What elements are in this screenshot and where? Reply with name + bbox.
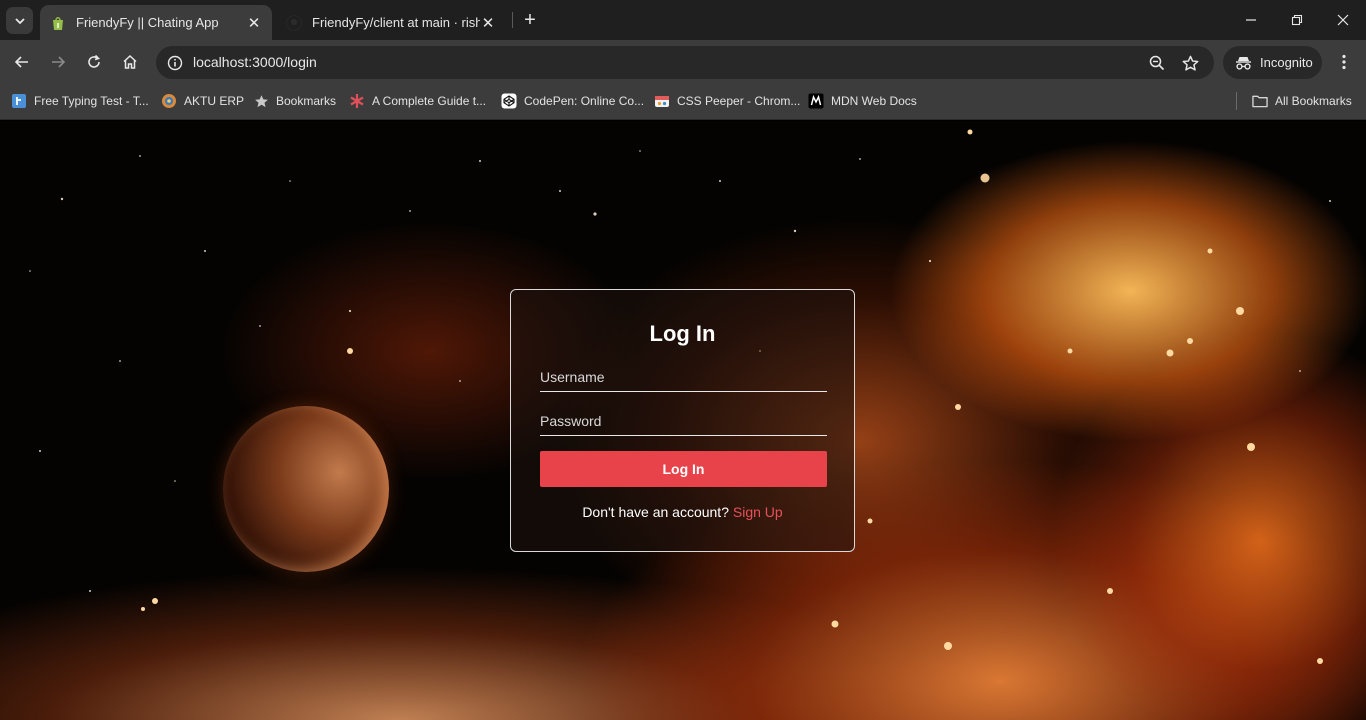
signup-row: Don't have an account? Sign Up	[511, 504, 854, 520]
username-input[interactable]	[540, 362, 827, 392]
browser-toolbar: localhost:3000/login Incognito	[0, 40, 1366, 84]
planet-illustration	[223, 406, 389, 572]
forward-button[interactable]	[44, 48, 72, 76]
tab-separator	[512, 12, 513, 28]
new-tab-button[interactable]: +	[518, 8, 542, 32]
restore-icon	[1291, 14, 1303, 26]
login-card: Log In Log In Don't have an account? Sig…	[510, 289, 855, 552]
password-input[interactable]	[540, 406, 827, 436]
tab-search-button[interactable]	[6, 7, 33, 34]
bookmark-free-typing-test[interactable]: Free Typing Test - T...	[11, 91, 149, 111]
login-title: Log In	[649, 321, 716, 346]
bookmark-label: MDN Web Docs	[831, 94, 917, 108]
more-vertical-icon	[1342, 54, 1346, 70]
reload-icon	[88, 54, 101, 68]
close-tab-icon[interactable]: ✕	[246, 15, 262, 32]
bookmark-complete-guide[interactable]: A Complete Guide t...	[349, 91, 486, 111]
minimize-icon	[1246, 19, 1256, 21]
close-window-button[interactable]	[1320, 0, 1366, 40]
bookmark-label: Free Typing Test - T...	[34, 94, 149, 108]
bookmark-mdn[interactable]: MDN Web Docs	[808, 91, 917, 111]
reload-button[interactable]	[80, 48, 108, 76]
folder-icon	[1252, 93, 1268, 109]
home-icon	[123, 54, 137, 69]
browser-menu-button[interactable]	[1332, 48, 1356, 76]
tab-title: FriendyFy || Chating App	[76, 15, 219, 30]
back-button[interactable]	[8, 48, 36, 76]
bookmark-bookmarks[interactable]: Bookmarks	[253, 91, 336, 111]
page-viewport: Log In Log In Don't have an account? Sig…	[0, 121, 1366, 720]
asterisk-icon	[349, 93, 365, 109]
close-tab-icon[interactable]: ✕	[480, 15, 496, 32]
bookmarks-bar: Free Typing Test - T... AKTU ERP Bookmar…	[0, 84, 1366, 120]
star-outline-icon	[1182, 55, 1198, 71]
github-icon	[286, 14, 302, 31]
mdn-icon	[808, 93, 824, 109]
zoom-button[interactable]	[1145, 51, 1169, 75]
all-bookmarks-label: All Bookmarks	[1275, 94, 1352, 108]
bookmark-css-peeper[interactable]: CSS Peeper - Chrom...	[654, 91, 800, 111]
signup-link[interactable]: Sign Up	[733, 504, 783, 520]
tab-friendyfy[interactable]: FriendyFy || Chating App ✕	[40, 5, 272, 40]
bookmark-aktu-erp[interactable]: AKTU ERP	[161, 91, 244, 111]
chevron-down-icon	[14, 17, 25, 24]
codepen-icon	[501, 93, 517, 109]
tab-strip: FriendyFy || Chating App ✕ FriendyFy/cli…	[0, 0, 1366, 40]
address-bar[interactable]: localhost:3000/login	[156, 46, 1214, 79]
all-bookmarks-folder[interactable]: All Bookmarks	[1252, 91, 1352, 111]
typing-test-icon	[11, 93, 27, 109]
star-icon	[253, 93, 269, 109]
minimize-button[interactable]	[1228, 0, 1274, 40]
restore-button[interactable]	[1274, 0, 1320, 40]
signup-prompt: Don't have an account?	[582, 504, 729, 520]
bookmark-codepen[interactable]: CodePen: Online Co...	[501, 91, 644, 111]
bookmark-label: AKTU ERP	[184, 94, 245, 108]
tab-title: FriendyFy/client at main · rishira	[312, 15, 480, 30]
zoom-out-icon	[1149, 55, 1165, 71]
tab-github[interactable]: FriendyFy/client at main · rishira ✕	[276, 5, 506, 40]
bookmark-label: A Complete Guide t...	[372, 94, 487, 108]
bookmarks-divider	[1236, 92, 1237, 110]
shopify-bag-icon	[53, 16, 63, 30]
bookmark-label: CodePen: Online Co...	[524, 94, 645, 108]
aktu-icon	[161, 93, 177, 109]
bookmark-label: CSS Peeper - Chrom...	[677, 94, 801, 108]
bookmark-star-button[interactable]	[1178, 51, 1202, 75]
arrow-left-icon	[14, 56, 28, 68]
close-icon	[1337, 14, 1349, 26]
url-text[interactable]: localhost:3000/login	[193, 54, 317, 70]
home-button[interactable]	[116, 48, 144, 76]
incognito-label: Incognito	[1260, 55, 1313, 70]
incognito-icon	[1236, 56, 1251, 70]
login-button[interactable]: Log In	[540, 451, 827, 487]
css-peeper-icon	[654, 93, 670, 109]
info-icon	[167, 55, 182, 70]
site-info-button[interactable]	[162, 50, 187, 75]
bookmark-label: Bookmarks	[276, 94, 337, 108]
arrow-right-icon	[52, 56, 66, 68]
incognito-indicator[interactable]: Incognito	[1223, 46, 1322, 79]
